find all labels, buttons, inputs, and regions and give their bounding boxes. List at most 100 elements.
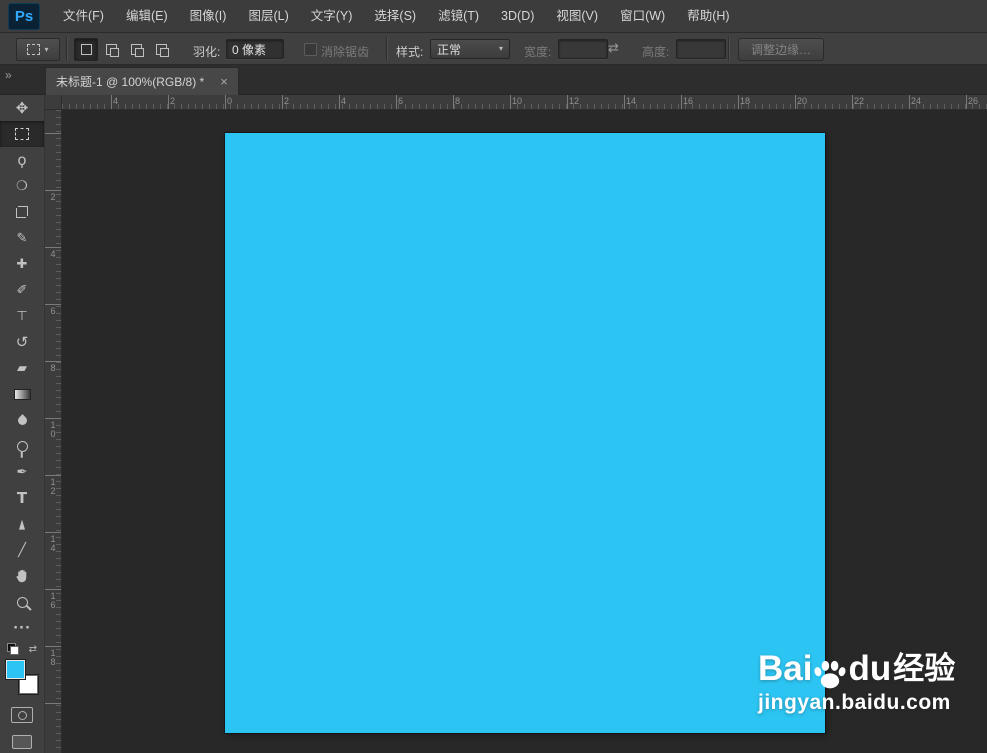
lasso-tool[interactable]: ϙ xyxy=(0,147,44,173)
overlap-square-icon xyxy=(135,48,144,57)
move-tool[interactable]: ✥ xyxy=(0,95,44,121)
feather-input[interactable] xyxy=(226,39,284,59)
hand-tool[interactable] xyxy=(0,563,44,589)
quick-mask-button[interactable] xyxy=(11,707,33,723)
ruler-label: 24 xyxy=(911,96,922,106)
document-tab[interactable]: 未标题-1 @ 100%(RGB/8) * × xyxy=(45,67,239,95)
watermark-bai-text: Bai xyxy=(758,649,813,688)
height-input[interactable] xyxy=(676,39,726,59)
rectangular-marquee-icon xyxy=(15,128,29,140)
menu-item-window[interactable]: 窗口(W) xyxy=(609,0,676,33)
antialias-checkbox[interactable] xyxy=(304,43,317,56)
blur-tool[interactable] xyxy=(0,407,44,433)
default-colors-icon[interactable] xyxy=(7,643,19,655)
line-tool[interactable]: ╱ xyxy=(0,537,44,563)
menu-item-image[interactable]: 图像(I) xyxy=(179,0,238,33)
quick-selection-tool[interactable]: ❍ xyxy=(0,173,44,199)
ellipsis-icon: ··· xyxy=(13,620,31,636)
style-select[interactable]: 正常 ▾ xyxy=(430,39,510,59)
ruler-label: 2 xyxy=(170,96,176,106)
swap-width-height-icon[interactable]: ⇄ xyxy=(608,40,619,56)
subtract-from-selection-button[interactable] xyxy=(124,38,148,61)
tools-panel: ✥ ϙ ❍ ✎ ✚ ✐ ⊤ ↺ ▰ ✒ T ▲ ╱ ··· ⇄ xyxy=(0,95,45,753)
feather-label: 羽化: xyxy=(193,45,221,59)
width-input[interactable] xyxy=(558,39,608,59)
spot-healing-brush-tool[interactable]: ✚ xyxy=(0,251,44,277)
foreground-color-swatch[interactable] xyxy=(5,659,26,680)
eyedropper-tool[interactable]: ✎ xyxy=(0,225,44,251)
menu-item-help[interactable]: 帮助(H) xyxy=(676,0,740,33)
ruler-label: 10 xyxy=(48,420,58,438)
menu-item-filter[interactable]: 滤镜(T) xyxy=(427,0,490,33)
quick-mask-icon xyxy=(17,710,27,720)
menu-item-view[interactable]: 视图(V) xyxy=(545,0,609,33)
horizontal-ruler[interactable]: 4 2 0 2 4 6 8 10 12 14 16 18 20 22 24 26 xyxy=(62,95,987,110)
more-tools[interactable]: ··· xyxy=(0,615,44,641)
menu-bar: Ps 文件(F) 编辑(E) 图像(I) 图层(L) 文字(Y) 选择(S) 滤… xyxy=(0,0,987,33)
overlap-square-icon xyxy=(160,48,169,57)
chevron-down-icon: ▾ xyxy=(44,44,49,54)
add-to-selection-button[interactable] xyxy=(99,38,123,61)
tool-options-bar: ▾ 羽化: 消除锯齿 样式: 正常 ▾ 宽度: ⇄ 高度: 调整边缘… xyxy=(0,33,987,65)
tool-preset-picker[interactable]: ▾ xyxy=(16,38,60,61)
brush-tool[interactable]: ✐ xyxy=(0,277,44,303)
rectangular-marquee-tool[interactable] xyxy=(0,121,44,147)
zoom-tool[interactable] xyxy=(0,589,44,615)
ruler-label: 6 xyxy=(48,306,58,315)
antialias-label: 消除锯齿 xyxy=(321,45,370,59)
type-tool[interactable]: T xyxy=(0,485,44,511)
crop-tool[interactable] xyxy=(0,199,44,225)
clone-stamp-tool[interactable]: ⊤ xyxy=(0,303,44,329)
line-icon: ╱ xyxy=(18,542,26,558)
history-brush-icon: ↺ xyxy=(15,332,29,351)
new-selection-button[interactable] xyxy=(74,38,98,61)
vertical-ruler[interactable]: 2 4 6 8 10 12 14 16 18 xyxy=(45,110,62,753)
new-selection-icon xyxy=(80,44,92,55)
ruler-label: 26 xyxy=(968,96,979,106)
ruler-label: 20 xyxy=(797,96,808,106)
menu-item-3d[interactable]: 3D(D) xyxy=(490,0,545,33)
eyedropper-icon: ✎ xyxy=(16,230,28,246)
width-label: 宽度: xyxy=(524,45,552,59)
move-icon: ✥ xyxy=(15,98,29,117)
selection-mode-group xyxy=(74,38,173,61)
gradient-tool[interactable] xyxy=(0,381,44,407)
menu-item-layer[interactable]: 图层(L) xyxy=(237,0,299,33)
menu-item-select[interactable]: 选择(S) xyxy=(363,0,427,33)
watermark-brand: Bai du 经验 xyxy=(758,649,955,689)
history-brush-tool[interactable]: ↺ xyxy=(0,329,44,355)
dodge-icon xyxy=(16,440,28,452)
intersect-selection-button[interactable] xyxy=(149,38,173,61)
ruler-label: 4 xyxy=(113,96,119,106)
refine-edge-button[interactable]: 调整边缘… xyxy=(738,38,825,61)
divider xyxy=(66,37,68,61)
menu-item-file[interactable]: 文件(F) xyxy=(52,0,115,33)
menu-item-type[interactable]: 文字(Y) xyxy=(300,0,364,33)
baidu-jingyan-watermark: Bai du 经验 jingyan.baidu.com xyxy=(758,650,955,715)
path-selection-tool[interactable]: ▲ xyxy=(0,511,44,537)
ruler-label: 16 xyxy=(48,591,58,609)
menu-item-edit[interactable]: 编辑(E) xyxy=(115,0,179,33)
style-select-value: 正常 xyxy=(437,42,462,57)
eraser-tool[interactable]: ▰ xyxy=(0,355,44,381)
canvas-document[interactable] xyxy=(225,133,825,733)
height-label: 高度: xyxy=(642,45,670,59)
ruler-label: 4 xyxy=(48,249,58,258)
healing-brush-icon: ✚ xyxy=(16,256,28,272)
brush-icon: ✐ xyxy=(16,282,28,298)
document-tab-title: 未标题-1 @ 100%(RGB/8) * xyxy=(56,75,205,89)
ruler-label: 0 xyxy=(227,96,233,106)
overlap-square-icon xyxy=(110,48,119,57)
ruler-corner[interactable] xyxy=(45,95,62,110)
marquee-preset-icon xyxy=(27,44,41,55)
gradient-icon xyxy=(13,388,31,400)
divider xyxy=(728,37,730,61)
ruler-label: 8 xyxy=(455,96,461,106)
screen-mode-button[interactable] xyxy=(12,735,32,749)
swap-colors-icon[interactable]: ⇄ xyxy=(29,644,37,655)
pen-tool[interactable]: ✒ xyxy=(0,459,44,485)
divider xyxy=(386,37,388,61)
dodge-tool[interactable] xyxy=(0,433,44,459)
collapse-panels-icon[interactable]: » xyxy=(5,68,12,82)
tab-close-icon[interactable]: × xyxy=(220,75,228,88)
